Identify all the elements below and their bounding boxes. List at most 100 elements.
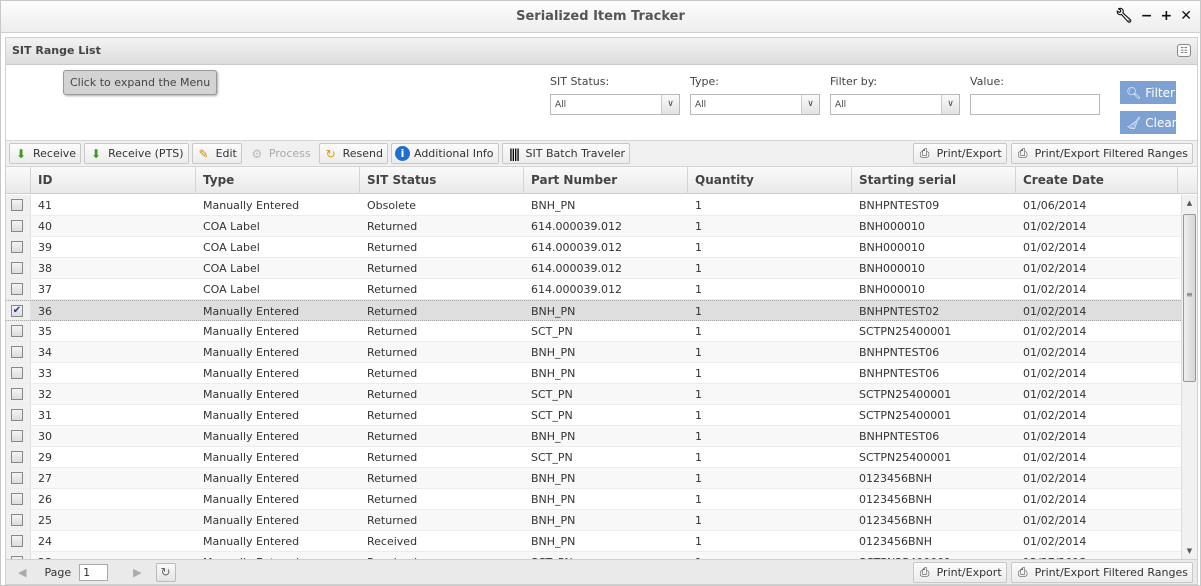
cell-quantity: 1 (688, 552, 852, 559)
type-select[interactable]: All ∨ (690, 94, 820, 115)
table-row[interactable]: 37 COA Label Returned 614.000039.012 1 BNH000… (6, 279, 1181, 300)
column-header-type[interactable]: Type (196, 167, 360, 194)
table-row[interactable]: 25 Manually Entered Returned BNH_PN 1 0123456… (6, 510, 1181, 531)
table-row[interactable]: 29 Manually Entered Returned SCT_PN 1 SCTPN25… (6, 447, 1181, 468)
maximize-icon[interactable]: + (1161, 8, 1173, 24)
row-checkbox[interactable] (11, 346, 23, 358)
previous-page-icon[interactable]: ◀ (18, 566, 26, 579)
value-filter: Value: (970, 75, 1100, 115)
column-header-sit-status[interactable]: SIT Status (360, 167, 524, 194)
chevron-down-icon[interactable]: ∨ (801, 95, 819, 114)
refresh-icon[interactable]: ↻ (155, 562, 176, 582)
chevron-down-icon[interactable]: ∨ (661, 95, 679, 114)
table-row[interactable]: 35 Manually Entered Returned SCT_PN 1 SCTPN25… (6, 321, 1181, 342)
wrench-icon[interactable]: 🔧︎ (1115, 8, 1133, 24)
row-checkbox[interactable] (11, 472, 23, 484)
row-checkbox[interactable] (11, 220, 23, 232)
row-checkbox[interactable]: ✔ (11, 305, 23, 317)
collapse-panel-icon[interactable]: ☷ (1177, 44, 1191, 57)
table-row[interactable]: 30 Manually Entered Returned BNH_PN 1 BNHPNTE… (6, 426, 1181, 447)
cell-quantity: 1 (695, 514, 702, 527)
row-checkbox[interactable] (11, 325, 23, 337)
page-number-input[interactable]: 1 (79, 563, 109, 581)
table-row[interactable]: 27 Manually Entered Returned BNH_PN 1 0123456… (6, 468, 1181, 489)
cell-sit-status: Received (367, 535, 418, 548)
filter-by-select[interactable]: All ∨ (830, 94, 960, 115)
edit-button[interactable]: ✎ Edit (191, 143, 242, 164)
additional-info-button[interactable]: i Additional Info (390, 143, 499, 164)
cell-type: Manually Entered (203, 472, 300, 485)
minimize-icon[interactable]: − (1141, 8, 1153, 24)
info-icon: i (394, 146, 410, 161)
grip-icon: ≡ (1186, 290, 1193, 299)
row-checkbox[interactable] (11, 535, 23, 547)
row-checkbox[interactable] (11, 514, 23, 526)
column-header-starting-serial[interactable]: Starting serial (852, 167, 1016, 194)
table-row[interactable]: 38 COA Label Returned 614.000039.012 1 BNH000… (6, 258, 1181, 279)
print-export-button[interactable]: ⎙ Print/Export (912, 143, 1007, 164)
header-select-column (6, 167, 31, 194)
scrollbar-thumb[interactable]: ≡ (1183, 214, 1196, 382)
table-row[interactable]: 40 COA Label Returned 614.000039.012 1 BNH000… (6, 216, 1181, 237)
column-header-id[interactable]: ID (31, 167, 196, 194)
table-row[interactable]: 39 COA Label Returned 614.000039.012 1 BNH000… (6, 237, 1181, 258)
cell-quantity: 1 (695, 199, 702, 212)
filter-button[interactable]: 🔍︎ Filter (1120, 81, 1176, 104)
cell-id: 26 (38, 493, 52, 506)
table-row[interactable]: 34 Manually Entered Returned BNH_PN 1 BNHPNTE… (6, 342, 1181, 363)
pager-print-export-button[interactable]: ⎙ Print/Export (912, 562, 1007, 583)
receive-button[interactable]: ⬇ Receive (9, 143, 82, 164)
next-page-icon[interactable]: ▶ (133, 566, 141, 579)
filter-area: Click to expand the Menu SIT Status: All… (6, 65, 1197, 141)
row-checkbox[interactable] (11, 430, 23, 442)
column-header-quantity[interactable]: Quantity (688, 167, 852, 194)
scroll-up-icon[interactable]: ▲ (1182, 195, 1197, 211)
column-header-create-date[interactable]: Create Date (1016, 167, 1178, 194)
sit-status-select[interactable]: All ∨ (550, 94, 680, 115)
process-button[interactable]: ⚙ Process (245, 143, 316, 164)
row-checkbox[interactable] (11, 493, 23, 505)
row-checkbox[interactable] (11, 451, 23, 463)
table-row[interactable]: 33 Manually Entered Returned BNH_PN 1 BNHPNTE… (6, 363, 1181, 384)
close-icon[interactable]: ✕ (1180, 8, 1192, 24)
cell-quantity: 1 (695, 262, 702, 275)
process-label: Process (268, 147, 311, 160)
barcode-icon: |||| (508, 146, 521, 161)
sit-batch-traveler-button[interactable]: |||| SIT Batch Traveler (501, 143, 631, 164)
cell-starting-serial: BNHPNTEST06 (859, 430, 940, 443)
row-checkbox[interactable] (11, 388, 23, 400)
column-header-part-number[interactable]: Part Number (524, 167, 688, 194)
cell-create-date: 12/27/2013 (1016, 552, 1178, 559)
pager-print-export-filtered-button[interactable]: ⎙ Print/Export Filtered Ranges (1010, 562, 1193, 583)
table-row[interactable]: 41 Manually Entered Obsolete BNH_PN 1 BNHPNTE… (6, 195, 1181, 216)
table-row[interactable]: 32 Manually Entered Returned SCT_PN 1 SCTPN25… (6, 384, 1181, 405)
resend-button[interactable]: ↻ Resend (318, 143, 388, 164)
cell-type: Manually Entered (203, 430, 300, 443)
row-checkbox[interactable] (11, 367, 23, 379)
cell-id: 40 (38, 220, 52, 233)
value-input[interactable] (970, 94, 1100, 115)
cell-type: Manually Entered (203, 305, 300, 318)
table-row[interactable]: 23Manually EnteredReceivedSCT_PN1SCTPN25… (6, 552, 1181, 559)
row-checkbox[interactable] (11, 241, 23, 253)
print-export-filtered-button[interactable]: ⎙ Print/Export Filtered Ranges (1010, 143, 1193, 164)
table-row[interactable]: 31 Manually Entered Returned SCT_PN 1 SCTPN25… (6, 405, 1181, 426)
cell-sit-status: Returned (367, 220, 418, 233)
scroll-down-icon[interactable]: ▼ (1182, 543, 1197, 559)
row-checkbox[interactable] (11, 199, 23, 211)
receive-pts-button[interactable]: ⬇ Receive (PTS) (84, 143, 189, 164)
cell-starting-serial: SCTPN25400001 (852, 552, 1016, 559)
row-select-cell (6, 258, 31, 278)
clear-button[interactable]: 🧹︎ Clear (1120, 111, 1176, 134)
toolbar: ⬇ Receive ⬇ Receive (PTS) ✎ Edit ⚙ Proce… (6, 141, 1197, 167)
row-checkbox[interactable] (11, 262, 23, 274)
table-row[interactable]: ✔ 36 Manually Entered Returned BNH_PN 1 BNHPNT… (6, 300, 1181, 321)
chevron-down-icon[interactable]: ∨ (941, 95, 959, 114)
vertical-scrollbar[interactable]: ▲ ≡ ▼ (1181, 195, 1197, 559)
row-checkbox[interactable] (11, 409, 23, 421)
row-checkbox[interactable] (11, 283, 23, 295)
expand-menu-button[interactable]: Click to expand the Menu (63, 70, 218, 95)
pager-print-export-filtered-label: Print/Export Filtered Ranges (1034, 566, 1188, 579)
table-row[interactable]: 26 Manually Entered Returned BNH_PN 1 0123456… (6, 489, 1181, 510)
table-row[interactable]: 24 Manually Entered Received BNH_PN 1 0123456… (6, 531, 1181, 552)
